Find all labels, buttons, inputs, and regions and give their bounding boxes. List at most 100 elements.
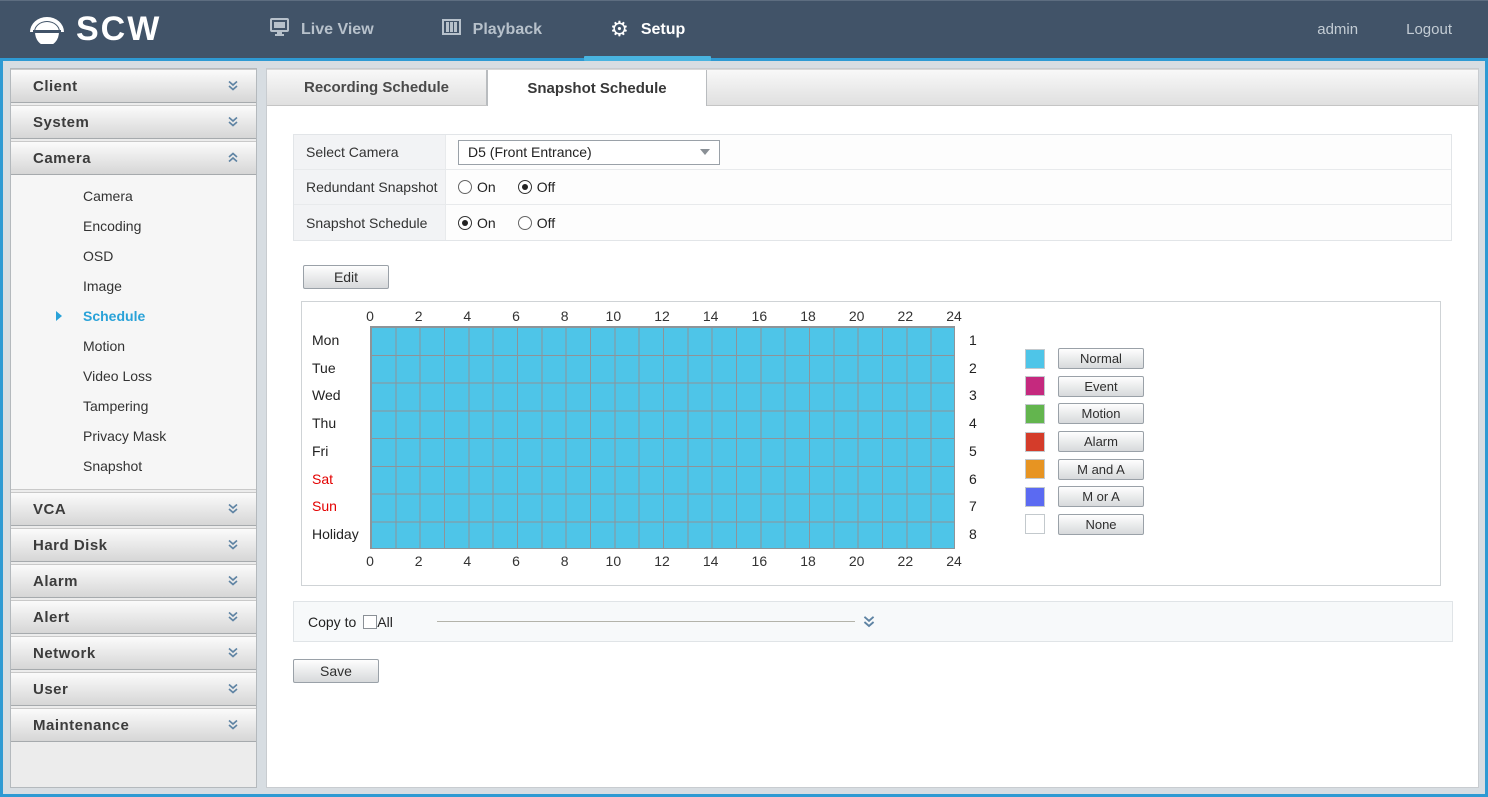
legend-button-normal[interactable]: Normal <box>1058 348 1144 369</box>
row-number: 3 <box>969 382 997 410</box>
hour-tick-label: 22 <box>898 308 914 324</box>
select-camera-row: Select Camera D5 (Front Entrance) <box>294 135 1451 170</box>
hour-tick-label: 18 <box>800 308 816 324</box>
row-number: 1 <box>969 326 997 354</box>
radio-icon <box>518 216 532 230</box>
nav-live-view[interactable]: Live View <box>236 1 408 58</box>
schedule-on-radio[interactable]: On <box>458 215 496 231</box>
film-icon <box>442 19 461 40</box>
radio-icon <box>458 180 472 194</box>
legend-color-m-and-a <box>1025 459 1045 479</box>
row-number: 7 <box>969 493 997 521</box>
hour-tick-label: 2 <box>415 553 423 569</box>
sidebar-item-snapshot[interactable]: Snapshot <box>11 451 256 481</box>
sidebar-section-maintenance[interactable]: Maintenance <box>11 708 256 742</box>
hour-tick-label: 24 <box>946 553 962 569</box>
hour-tick-label: 12 <box>654 308 670 324</box>
legend-button-alarm[interactable]: Alarm <box>1058 431 1144 452</box>
sidebar-item-privacy-mask[interactable]: Privacy Mask <box>11 421 256 451</box>
hour-tick-label: 16 <box>752 553 768 569</box>
day-labels-column: Mon Tue Wed Thu Fri Sat Sun Holiday <box>302 326 370 548</box>
row-number: 6 <box>969 465 997 493</box>
active-item-arrow-icon <box>56 311 62 321</box>
legend-row-alarm: Alarm <box>1025 428 1144 456</box>
day-label-fri: Fri <box>312 443 328 459</box>
sidebar-section-hard-disk[interactable]: Hard Disk <box>11 528 256 562</box>
legend-button-event[interactable]: Event <box>1058 376 1144 397</box>
logged-in-user: admin <box>1317 21 1358 38</box>
page-frame: Client System Camera Camera Encoding OSD… <box>0 58 1488 797</box>
sidebar-item-image[interactable]: Image <box>11 271 256 301</box>
legend-button-m-and-a[interactable]: M and A <box>1058 459 1144 480</box>
save-button[interactable]: Save <box>293 659 379 683</box>
copy-to-label: Copy to <box>308 614 356 630</box>
radio-icon <box>458 216 472 230</box>
sidebar-section-user[interactable]: User <box>11 672 256 706</box>
logout-link[interactable]: Logout <box>1406 21 1452 38</box>
legend-button-motion[interactable]: Motion <box>1058 403 1144 424</box>
legend-button-none[interactable]: None <box>1058 514 1144 535</box>
tab-snapshot-schedule[interactable]: Snapshot Schedule <box>487 70 707 106</box>
legend-color-normal <box>1025 349 1045 369</box>
camera-select-value: D5 (Front Entrance) <box>468 144 592 160</box>
schedule-grid[interactable] <box>370 326 955 549</box>
day-label-sun: Sun <box>312 498 337 514</box>
legend-row-motion: Motion <box>1025 400 1144 428</box>
sidebar-section-client[interactable]: Client <box>11 69 256 103</box>
redundant-on-radio[interactable]: On <box>458 179 496 195</box>
sidebar-section-camera[interactable]: Camera <box>11 141 256 175</box>
copy-to-row: Copy to All <box>293 601 1453 642</box>
chevron-double-down-icon <box>226 502 240 516</box>
hour-axis-top: 024681012141618202224 <box>370 302 954 326</box>
schedule-off-radio[interactable]: Off <box>518 215 555 231</box>
hour-tick-label: 8 <box>561 553 569 569</box>
sidebar-item-video-loss[interactable]: Video Loss <box>11 361 256 391</box>
sidebar-item-osd[interactable]: OSD <box>11 241 256 271</box>
expand-copy-targets-button[interactable] <box>861 614 877 630</box>
tab-recording-schedule[interactable]: Recording Schedule <box>267 70 487 105</box>
legend-row-m-and-a: M and A <box>1025 455 1144 483</box>
camera-settings-form: Select Camera D5 (Front Entrance) Redund… <box>293 134 1452 241</box>
redundant-off-radio[interactable]: Off <box>518 179 555 195</box>
chevron-double-down-icon <box>226 646 240 660</box>
chevron-double-down-icon <box>861 614 877 630</box>
dome-camera-icon <box>26 10 68 49</box>
chevron-double-up-icon <box>226 151 240 165</box>
snapshot-schedule-row: Snapshot Schedule On Off <box>294 205 1451 240</box>
nav-playback[interactable]: Playback <box>408 1 576 58</box>
row-number: 5 <box>969 437 997 465</box>
hour-tick-label: 24 <box>946 308 962 324</box>
nav-setup[interactable]: ⚙ Setup <box>576 1 719 58</box>
legend-color-alarm <box>1025 432 1045 452</box>
row-number: 4 <box>969 409 997 437</box>
hour-tick-label: 14 <box>703 308 719 324</box>
camera-select[interactable]: D5 (Front Entrance) <box>458 140 720 165</box>
sidebar-item-schedule[interactable]: Schedule <box>11 301 256 331</box>
legend-color-motion <box>1025 404 1045 424</box>
hour-tick-label: 22 <box>898 553 914 569</box>
hour-tick-label: 6 <box>512 553 520 569</box>
sidebar-section-alarm[interactable]: Alarm <box>11 564 256 598</box>
row-numbers-column: 1 2 3 4 5 6 7 8 <box>955 326 997 548</box>
camera-submenu: Camera Encoding OSD Image Schedule Motio… <box>11 175 256 490</box>
edit-button[interactable]: Edit <box>303 265 389 289</box>
sidebar-item-encoding[interactable]: Encoding <box>11 211 256 241</box>
hour-tick-label: 10 <box>606 308 622 324</box>
sidebar-section-network[interactable]: Network <box>11 636 256 670</box>
day-label-wed: Wed <box>312 387 341 403</box>
select-camera-label: Select Camera <box>294 135 446 169</box>
copy-all-checkbox[interactable] <box>363 615 377 629</box>
topbar: SCW Live View P <box>0 0 1488 58</box>
copy-all-label: All <box>377 614 393 630</box>
sidebar-item-camera[interactable]: Camera <box>11 181 256 211</box>
brand-text: SCW <box>76 10 161 49</box>
sidebar-item-motion[interactable]: Motion <box>11 331 256 361</box>
legend-color-event <box>1025 376 1045 396</box>
sidebar-section-system[interactable]: System <box>11 105 256 139</box>
legend-button-m-or-a[interactable]: M or A <box>1058 486 1144 507</box>
sidebar-section-vca[interactable]: VCA <box>11 492 256 526</box>
sidebar-section-alert[interactable]: Alert <box>11 600 256 634</box>
hour-tick-label: 18 <box>800 553 816 569</box>
hour-tick-label: 12 <box>654 553 670 569</box>
sidebar-item-tampering[interactable]: Tampering <box>11 391 256 421</box>
